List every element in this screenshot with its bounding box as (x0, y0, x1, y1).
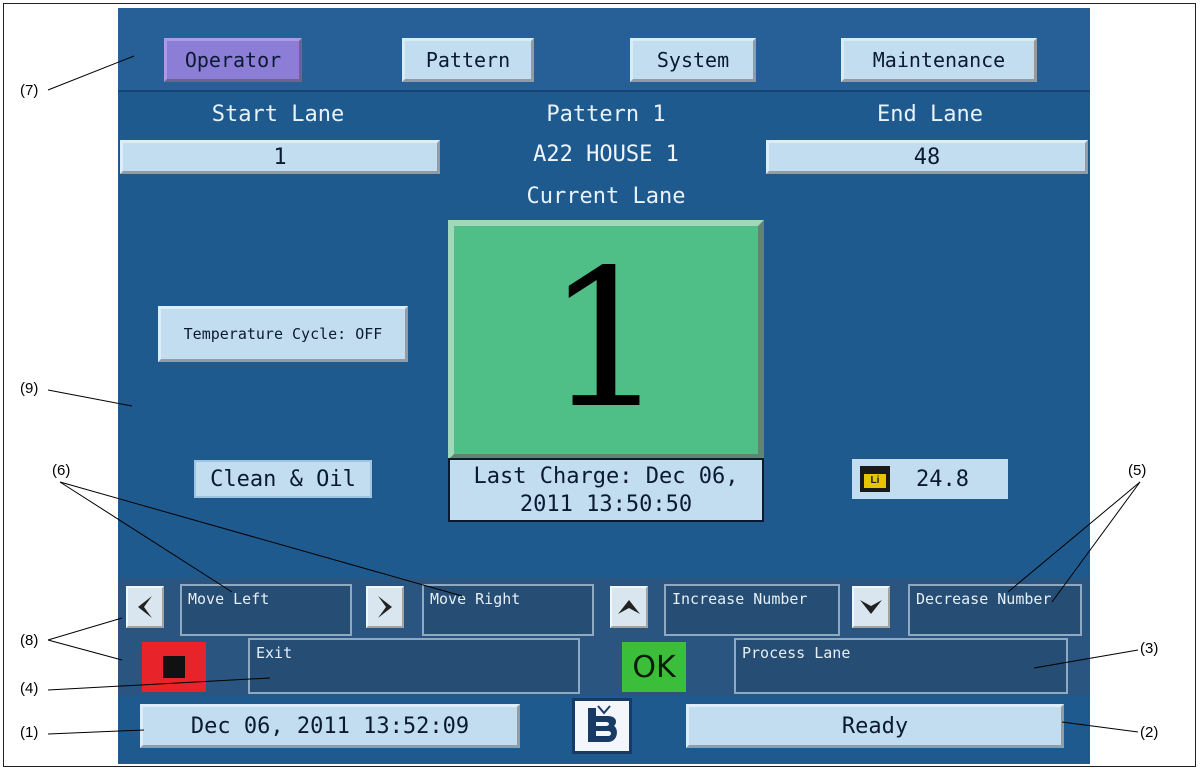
leader-6a (59, 481, 233, 593)
leader-4 (47, 677, 271, 691)
leader-3 (1033, 649, 1139, 669)
callout-leader-lines (47, 55, 1141, 735)
leader-9 (47, 389, 133, 407)
leader-1 (47, 729, 145, 735)
leader-5a (1051, 481, 1141, 603)
leader-7 (47, 55, 135, 91)
leader-8a (47, 617, 123, 641)
leader-6b (59, 481, 463, 597)
leader-2 (1061, 721, 1139, 733)
leader-5b (1007, 481, 1141, 593)
leader-8b (47, 639, 123, 661)
